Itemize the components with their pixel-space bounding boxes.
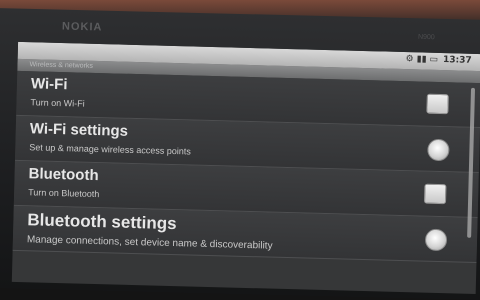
setting-title: Bluetooth (28, 165, 99, 185)
android-screen: ⚙ ▮▮ ▭ 13:37 Wireless & networks Wi-Fi T… (11, 41, 480, 294)
bluetooth-checkbox[interactable] (423, 183, 447, 205)
notification-icon: ⚙ (405, 54, 414, 65)
bluetooth-settings-indicator[interactable] (424, 228, 448, 252)
setting-title: Wi-Fi (30, 75, 68, 94)
setting-title: Wi-Fi settings (29, 120, 129, 140)
battery-icon: ▭ (429, 54, 439, 65)
signal-icon: ▮▮ (416, 54, 427, 65)
setting-title: Bluetooth settings (27, 210, 177, 234)
setting-summary: Turn on Wi-Fi (30, 97, 85, 109)
status-time: 13:37 (442, 55, 472, 66)
setting-summary: Turn on Bluetooth (28, 187, 100, 200)
device-model: N900 (417, 33, 435, 42)
wifi-settings-indicator[interactable] (427, 138, 450, 162)
setting-summary: Manage connections, set device name & di… (26, 234, 273, 252)
setting-summary: Set up & manage wireless access points (29, 142, 191, 157)
device-brand: NOKIA (61, 20, 103, 34)
status-icons: ⚙ ▮▮ ▭ 13:37 (405, 54, 471, 66)
wifi-checkbox[interactable] (426, 93, 449, 115)
